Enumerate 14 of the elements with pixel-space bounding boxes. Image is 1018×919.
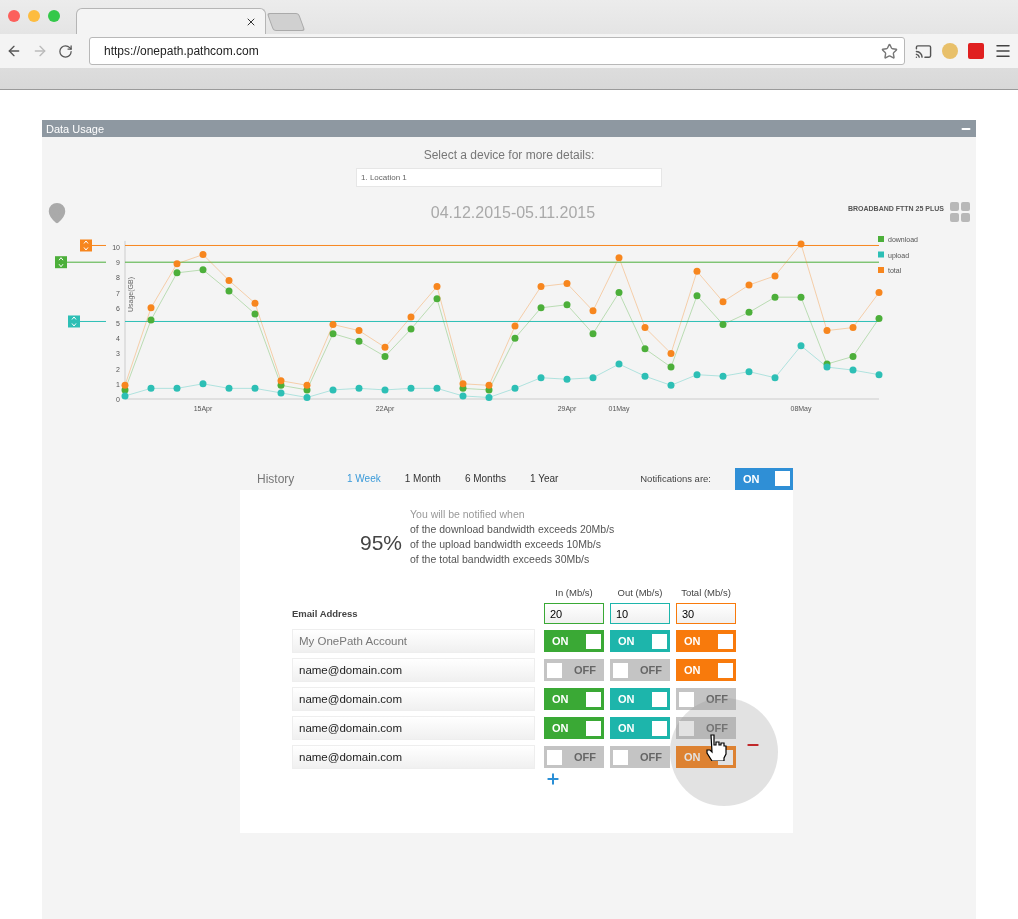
- notification-text: You will be notified when: [410, 507, 526, 522]
- notification-text: of the download bandwidth exceeds 20Mb/s: [410, 522, 615, 537]
- column-label: Total (Mb/s): [680, 587, 732, 598]
- date-range: 04.12.2015-05.11.2015: [430, 204, 596, 222]
- percent-value: 95%: [360, 531, 403, 555]
- notification-text: of the total bandwidth exceeds 30Mb/s: [410, 552, 591, 567]
- history-title: History: [257, 471, 296, 486]
- notifications-label: Notifications are:: [640, 473, 711, 484]
- panel-title: Data Usage: [46, 122, 105, 135]
- email-label: Email Address: [292, 608, 359, 619]
- select-label: Select a device for more details:: [422, 148, 596, 162]
- notification-text: of the upload bandwidth exceeds 10Mb/s: [410, 537, 602, 552]
- column-label: Out (Mb/s): [616, 587, 664, 598]
- column-label: In (Mb/s): [554, 587, 594, 598]
